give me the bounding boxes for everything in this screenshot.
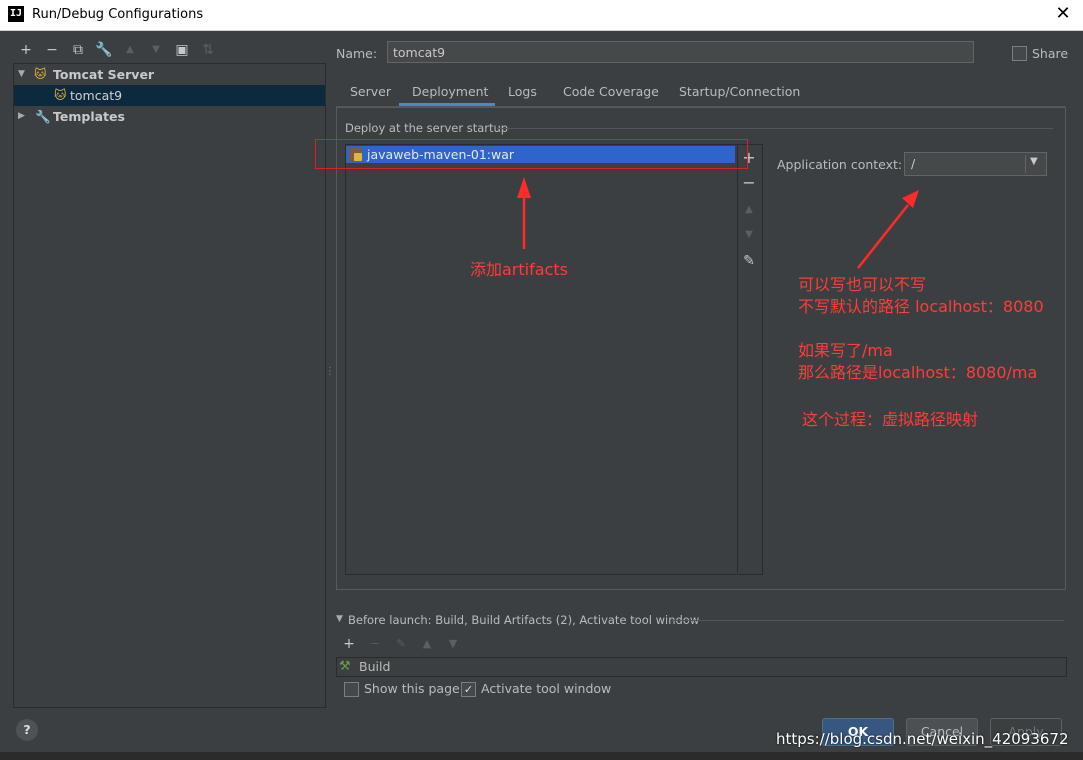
watermark: https://blog.csdn.net/weixin_42093672 (776, 730, 1069, 748)
intellij-app-icon: IJ (8, 6, 24, 22)
wrench-icon: 🔧 (35, 109, 51, 124)
wrench-icon[interactable]: 🔧 (95, 41, 113, 59)
application-context-label: Application context: (777, 157, 903, 172)
annotation-line: 这个过程：虚拟路径映射 (802, 410, 979, 429)
tree-item-label: Tomcat Server (53, 67, 155, 82)
collapse-arrow-icon[interactable]: ▼ (336, 614, 343, 624)
tab-deployment[interactable]: Deployment (412, 84, 488, 104)
annotation-line: 可以写也可以不写 (798, 275, 927, 294)
copy-icon[interactable]: ⧉ (69, 41, 87, 59)
tab-server[interactable]: Server (350, 84, 391, 104)
annotation-line: 那么路径是localhost：8080/ma (798, 363, 1038, 382)
active-tab-indicator (399, 103, 495, 106)
remove-icon[interactable]: − (43, 41, 61, 59)
remove-artifact-icon[interactable]: − (740, 174, 758, 192)
activate-tool-window-checkbox[interactable]: ✓ (461, 682, 476, 697)
add-task-icon[interactable]: + (341, 636, 357, 652)
hammer-icon: ⚒ (339, 659, 351, 674)
add-icon[interactable]: + (17, 41, 35, 59)
move-down-icon[interactable]: ▼ (147, 41, 165, 59)
move-up-icon[interactable]: ▲ (121, 41, 139, 59)
move-up-icon[interactable]: ▲ (419, 636, 435, 652)
tomcat-icon: 🐱 (34, 67, 47, 81)
tab-code-coverage[interactable]: Code Coverage (563, 84, 659, 104)
combo-separator (1025, 155, 1026, 173)
configuration-tree: ▼ 🐱 Tomcat Server 🐱 tomcat9 ▶ 🔧 Template… (13, 63, 326, 708)
sort-icon[interactable]: ⇅ (199, 41, 217, 59)
tomcat-icon: 🐱 (54, 88, 67, 102)
collapse-arrow-icon[interactable]: ▶ (18, 106, 25, 127)
move-down-icon[interactable]: ▼ (445, 636, 461, 652)
chevron-down-icon[interactable]: ▼ (1030, 156, 1038, 167)
move-up-icon[interactable]: ▲ (740, 201, 758, 219)
splitter-handle[interactable]: ⋮ (325, 366, 335, 377)
name-label: Name: (336, 46, 378, 61)
before-launch-task-list[interactable] (336, 657, 1067, 677)
new-folder-icon[interactable]: ▣ (173, 41, 191, 59)
share-label: Share (1032, 46, 1069, 61)
expand-arrow-icon[interactable]: ▼ (18, 64, 25, 85)
application-context-value: / (911, 156, 916, 171)
show-this-page-checkbox[interactable] (344, 682, 359, 697)
application-context-combo[interactable]: / ▼ (904, 152, 1047, 176)
close-icon[interactable]: ✕ (1052, 3, 1074, 25)
window-title: Run/Debug Configurations (32, 7, 204, 22)
bottom-strip (0, 752, 1083, 760)
annotation-line: 如果写了/ma (798, 341, 893, 360)
name-input[interactable]: tomcat9 (387, 41, 974, 63)
tree-item-tomcat-server[interactable]: ▼ 🐱 Tomcat Server (14, 64, 325, 85)
edit-pencil-icon[interactable]: ✎ (740, 252, 758, 270)
tree-item-label: Templates (53, 109, 125, 124)
activate-tool-window-label: Activate tool window (481, 681, 612, 696)
annotation-highlight-box (315, 139, 748, 169)
before-launch-separator (672, 620, 1064, 621)
annotation-line: 不写默认的路径 localhost：8080 (798, 297, 1044, 316)
tree-item-label: tomcat9 (70, 88, 123, 103)
tree-item-templates[interactable]: ▶ 🔧 Templates (14, 106, 325, 127)
help-button[interactable]: ? (16, 719, 38, 741)
before-launch-title[interactable]: Before launch: Build, Build Artifacts (2… (348, 613, 699, 627)
show-this-page-label: Show this page (364, 681, 460, 696)
annotation-add-artifacts: 添加artifacts (470, 260, 568, 279)
share-checkbox[interactable] (1012, 46, 1027, 61)
tab-logs[interactable]: Logs (508, 84, 537, 104)
edit-pencil-icon[interactable]: ✎ (393, 636, 409, 652)
remove-task-icon[interactable]: − (367, 636, 383, 652)
move-down-icon[interactable]: ▼ (740, 226, 758, 244)
title-bar: IJ Run/Debug Configurations ✕ (0, 0, 1083, 31)
tree-item-tomcat9[interactable]: 🐱 tomcat9 (14, 85, 325, 106)
heading-separator (497, 128, 1053, 129)
deploy-heading: Deploy at the server startup (345, 121, 509, 135)
tab-startup-connection[interactable]: Startup/Connection (679, 84, 800, 104)
task-build-label[interactable]: Build (359, 659, 390, 674)
artifact-list[interactable] (345, 144, 763, 575)
